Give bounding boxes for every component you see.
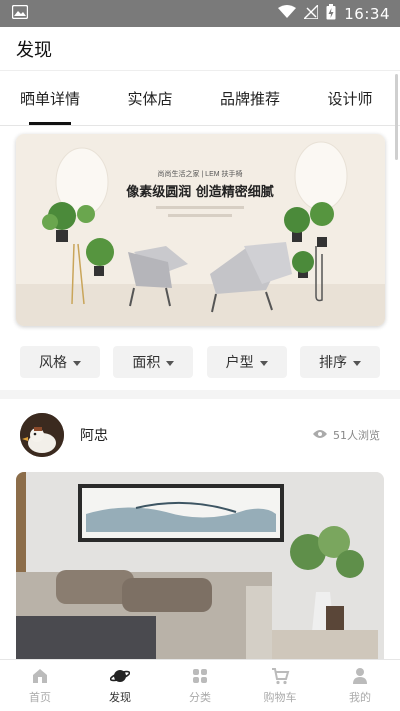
nav-home[interactable]: 首页	[0, 660, 80, 711]
nav-label: 首页	[29, 691, 51, 704]
battery-charging-icon	[326, 3, 336, 24]
nav-label: 购物车	[263, 691, 297, 704]
filter-label: 风格	[39, 355, 67, 371]
author-name[interactable]: 阿忠	[80, 425, 313, 445]
scrollbar[interactable]	[395, 74, 398, 160]
tab-physical-store[interactable]: 实体店	[100, 72, 200, 125]
page-title: 发现	[0, 27, 400, 71]
avatar[interactable]	[20, 413, 64, 457]
nav-category[interactable]: 分类	[160, 660, 240, 711]
section-divider	[0, 390, 400, 399]
gallery-notification-icon	[11, 4, 29, 23]
room-photo	[16, 472, 384, 672]
category-tabs: 晒单详情 实体店 品牌推荐 设计师	[0, 72, 400, 126]
post-photo[interactable]	[16, 472, 384, 672]
banner-image: 尚尚生活之家 | LEM 扶手椅 像素级圆润 创造精密细腻	[16, 134, 385, 326]
nav-cart[interactable]: 购物车	[240, 660, 320, 711]
app-screen: 16:34 发现 晒单详情 实体店 品牌推荐 设计师 尚尚生活之家 | LEM …	[0, 0, 400, 711]
home-icon	[33, 669, 47, 683]
tab-review-details[interactable]: 晒单详情	[0, 72, 100, 125]
banner-headline: 像素级圆润 创造精密细腻	[126, 184, 274, 200]
filter-label: 户型	[225, 355, 254, 371]
grid-icon	[193, 669, 207, 683]
caret-down-icon	[352, 360, 361, 366]
person-icon	[353, 668, 367, 684]
filter-label: 面积	[132, 355, 161, 371]
filter-area-dropdown[interactable]: 面积	[113, 346, 194, 378]
bottom-navigation: 首页 发现 分类 购物车 我的	[0, 659, 400, 711]
nav-label: 发现	[109, 691, 131, 704]
filter-sort-dropdown[interactable]: 排序	[299, 346, 380, 378]
nav-profile[interactable]: 我的	[320, 660, 400, 711]
caret-down-icon	[166, 360, 175, 366]
filter-label: 排序	[318, 355, 347, 371]
tab-designer[interactable]: 设计师	[300, 72, 400, 125]
caret-down-icon	[259, 360, 268, 366]
nav-label: 我的	[349, 691, 371, 704]
tab-brand-recommend[interactable]: 品牌推荐	[200, 72, 300, 125]
filter-bar: 风格 面积 户型 排序	[20, 346, 380, 378]
post-header: 阿忠 51人浏览	[20, 412, 380, 458]
promo-banner[interactable]: 尚尚生活之家 | LEM 扶手椅 像素级圆润 创造精密细腻	[16, 134, 385, 326]
view-count-text: 51人浏览	[333, 429, 380, 442]
filter-layout-dropdown[interactable]: 户型	[206, 346, 287, 378]
nav-discover[interactable]: 发现	[80, 660, 160, 711]
status-bar: 16:34	[0, 0, 400, 27]
cart-icon	[272, 668, 290, 685]
clock: 16:34	[344, 4, 390, 23]
eye-icon	[313, 429, 327, 442]
banner-small-text: 尚尚生活之家 | LEM 扶手椅	[157, 169, 242, 178]
filter-style-dropdown[interactable]: 风格	[20, 346, 100, 378]
view-count: 51人浏览	[313, 427, 380, 443]
nav-label: 分类	[189, 691, 211, 704]
planet-icon	[110, 670, 130, 682]
wifi-icon	[278, 4, 297, 23]
no-signal-icon	[302, 2, 319, 23]
caret-down-icon	[73, 360, 81, 366]
